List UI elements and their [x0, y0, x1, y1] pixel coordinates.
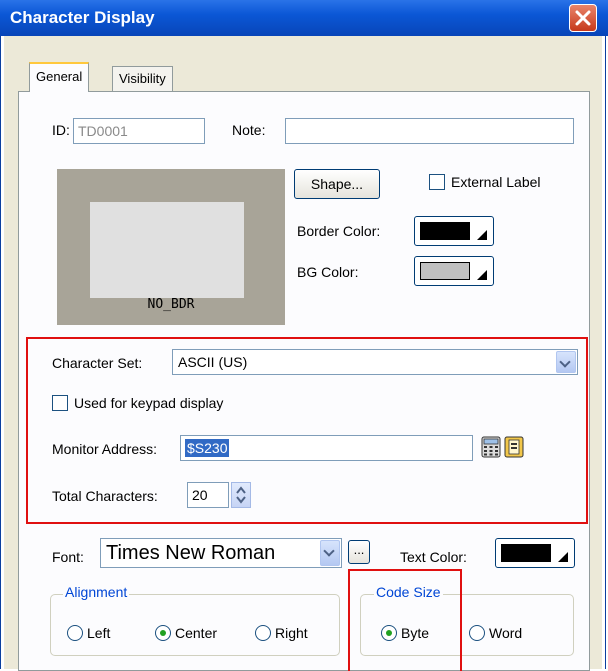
external-label-text: External Label [451, 174, 541, 190]
dropdown-arrow-icon [558, 552, 568, 562]
shape-button[interactable]: Shape... [294, 169, 380, 199]
chevron-down-icon[interactable] [556, 351, 576, 373]
shape-button-label: Shape... [310, 176, 364, 192]
character-set-select[interactable]: ASCII (US) [172, 349, 578, 375]
keypad-display-label: Used for keypad display [74, 395, 224, 411]
total-characters-label: Total Characters: [52, 488, 158, 504]
alignment-legend: Alignment [63, 584, 130, 600]
monitor-address-value: $S230 [185, 439, 230, 457]
calculator-icon[interactable] [481, 436, 501, 458]
font-browse-button[interactable]: ... [348, 540, 370, 564]
dropdown-arrow-icon [477, 270, 487, 280]
font-select[interactable]: Times New Roman [100, 538, 342, 568]
close-icon [575, 10, 591, 26]
bg-color-label: BG Color: [297, 264, 359, 280]
monitor-address-label: Monitor Address: [52, 441, 158, 457]
title-bar[interactable]: Character Display [0, 0, 608, 36]
font-value: Times New Roman [106, 542, 276, 564]
tab-general[interactable]: General [29, 62, 90, 92]
id-value: TD0001 [78, 123, 128, 139]
tab-visibility-label: Visibility [119, 71, 166, 86]
preview-label: NO_BDR [147, 297, 195, 312]
close-button[interactable] [569, 4, 597, 32]
dropdown-arrow-icon [477, 230, 487, 240]
align-center-radio[interactable] [155, 625, 171, 641]
note-field[interactable] [285, 118, 574, 144]
code-size-word-radio[interactable] [469, 625, 485, 641]
align-left-label: Left [87, 625, 111, 641]
border-color-swatch [420, 222, 470, 240]
tag-address-icon[interactable] [504, 436, 524, 458]
chevron-down-icon[interactable] [320, 540, 340, 566]
window-title: Character Display [10, 8, 155, 27]
tab-visibility[interactable]: Visibility [112, 66, 173, 92]
text-color-button[interactable] [495, 538, 575, 568]
tab-general-label: General [36, 69, 83, 84]
text-color-swatch [501, 544, 551, 562]
align-center-label: Center [175, 625, 218, 641]
external-label-checkbox[interactable] [429, 174, 445, 190]
align-right-label: Right [275, 625, 308, 641]
keypad-display-checkbox[interactable] [52, 395, 68, 411]
bg-color-swatch [420, 262, 470, 280]
id-label: ID: [52, 122, 70, 138]
border-color-button[interactable] [414, 216, 494, 246]
id-field: TD0001 [73, 118, 205, 144]
code-size-word-label: Word [489, 625, 523, 641]
border-color-label: Border Color: [297, 223, 381, 239]
align-right-radio[interactable] [255, 625, 271, 641]
monitor-address-field[interactable]: $S230 [180, 435, 473, 461]
total-characters-field[interactable]: 20 [187, 482, 229, 508]
shape-preview: NO_BDR [57, 169, 285, 325]
bg-color-button[interactable] [414, 256, 494, 286]
highlight-box-code-size [348, 569, 462, 671]
total-characters-value: 20 [192, 487, 208, 503]
font-browse-label: ... [353, 542, 365, 557]
note-label: Note: [232, 122, 266, 138]
text-color-label: Text Color: [400, 549, 467, 565]
font-label: Font: [52, 549, 84, 565]
total-characters-spinner[interactable] [231, 482, 251, 508]
character-set-value: ASCII (US) [178, 354, 248, 370]
preview-display-area [90, 202, 244, 298]
spinner-arrows-icon [236, 486, 246, 504]
align-left-radio[interactable] [67, 625, 83, 641]
character-set-label: Character Set: [52, 355, 143, 371]
